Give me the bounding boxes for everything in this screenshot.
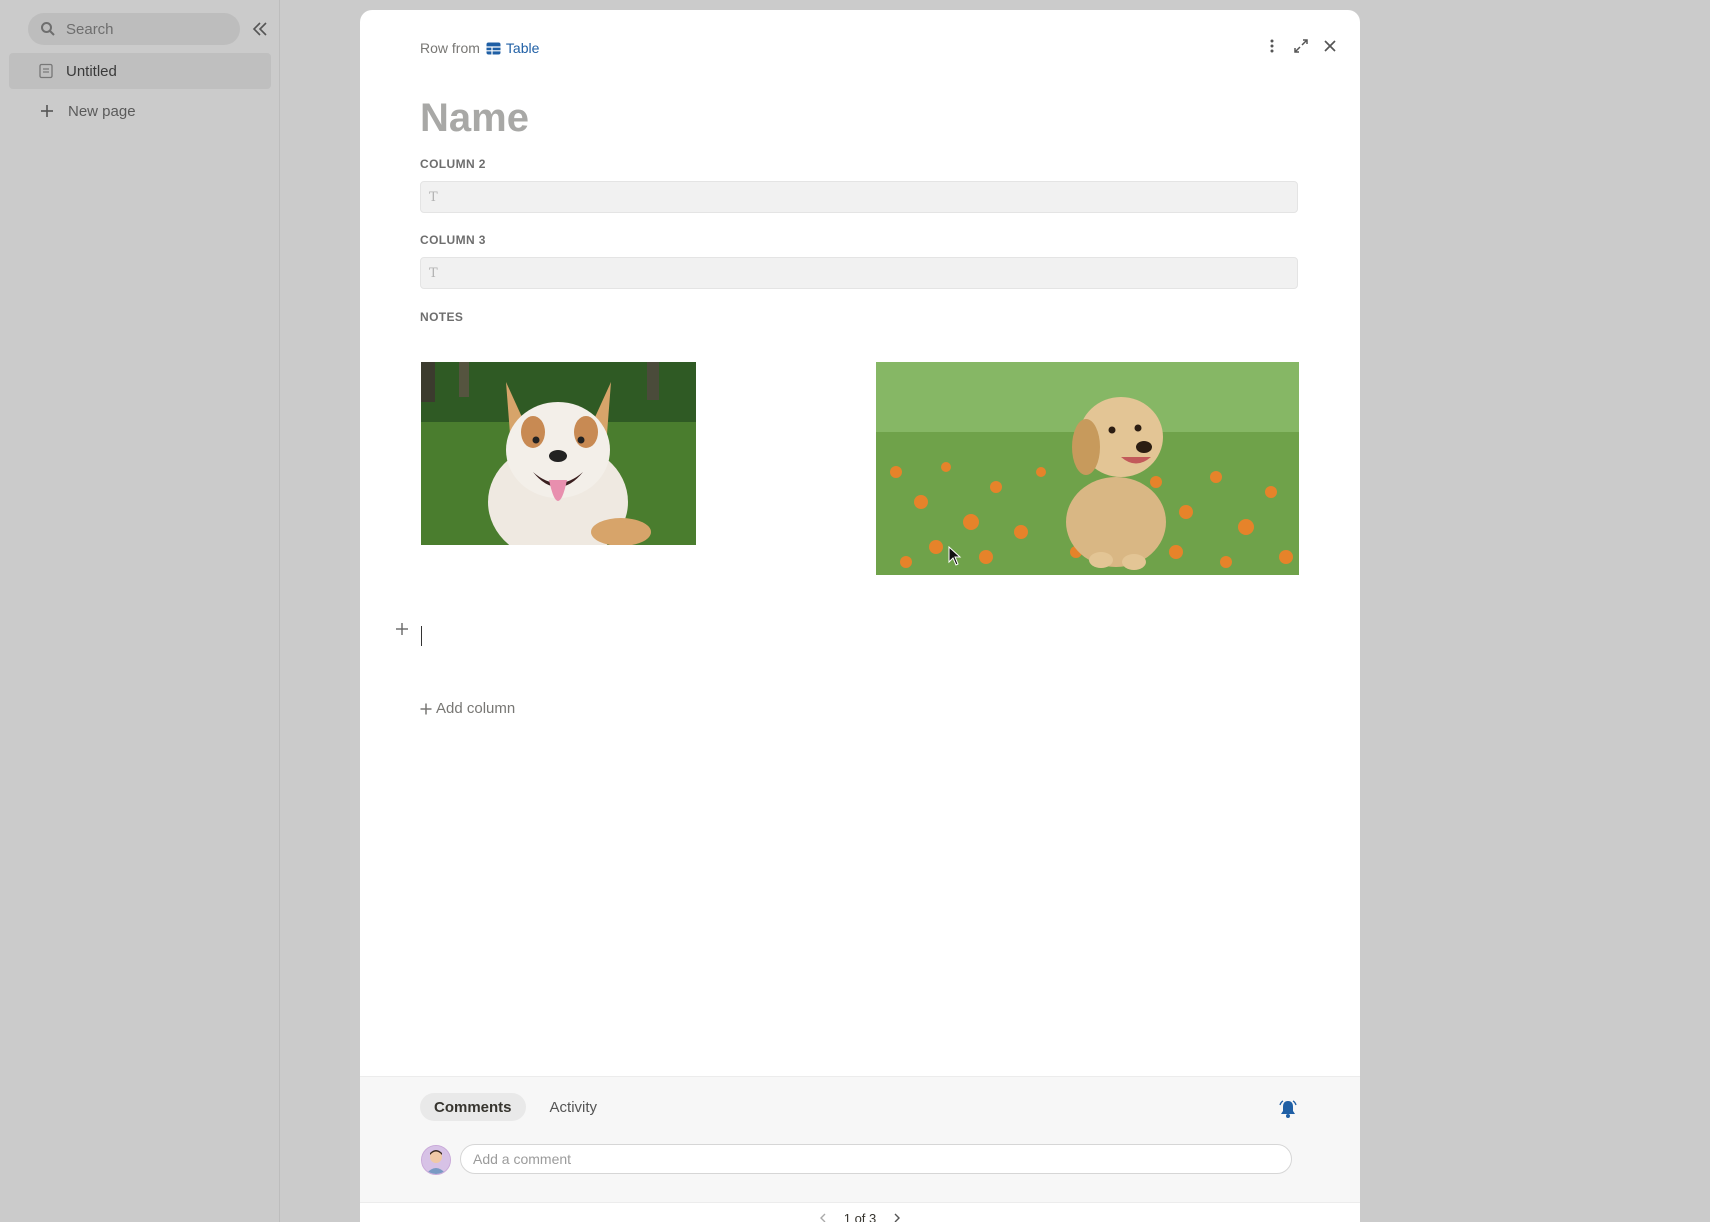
row-pager: 1 of 3: [360, 1202, 1360, 1222]
notification-bell-icon[interactable]: [1278, 1099, 1298, 1119]
sidebar-item-untitled[interactable]: Untitled: [9, 53, 271, 89]
chevron-right-icon[interactable]: [892, 1213, 902, 1222]
field-label-column-3: COLUMN 3: [420, 233, 486, 247]
row-modal: Row from Table Name COLUMN 2 T COLUMN 3 …: [360, 10, 1360, 1222]
column-2-input[interactable]: T: [420, 181, 1298, 213]
expand-icon[interactable]: [1293, 38, 1309, 54]
search-bar[interactable]: Search: [28, 13, 240, 45]
breadcrumb-table-link[interactable]: Table: [486, 40, 539, 56]
notes-image-puppy[interactable]: [876, 362, 1299, 575]
notes-image-dog[interactable]: [421, 362, 696, 545]
avatar: [421, 1145, 451, 1175]
field-label-notes: NOTES: [420, 310, 464, 324]
new-page-button[interactable]: New page: [9, 93, 271, 129]
page-icon: [39, 63, 53, 79]
add-column-button[interactable]: Add column: [420, 700, 515, 717]
comment-input[interactable]: Add a comment: [460, 1144, 1292, 1174]
add-block-plus-icon[interactable]: [395, 622, 409, 636]
text-caret: [421, 626, 422, 646]
breadcrumb: Row from Table: [420, 40, 539, 56]
tab-comments[interactable]: Comments: [420, 1093, 526, 1121]
sidebar-item-label: Untitled: [66, 62, 117, 80]
chevron-left-icon[interactable]: [818, 1213, 828, 1222]
close-icon[interactable]: [1322, 38, 1338, 54]
plus-icon: [420, 703, 432, 714]
more-options-icon[interactable]: [1264, 38, 1280, 54]
panel-tabs: Comments Activity: [420, 1093, 611, 1121]
search-placeholder: Search: [66, 20, 114, 38]
plus-icon: [41, 105, 53, 117]
sidebar: Search Untitled New page: [0, 0, 280, 1222]
breadcrumb-prefix: Row from: [420, 40, 480, 56]
table-icon: [486, 42, 501, 54]
row-title-input[interactable]: Name: [420, 96, 529, 141]
field-label-column-2: COLUMN 2: [420, 157, 486, 171]
search-icon: [41, 22, 55, 36]
add-column-label: Add column: [436, 700, 516, 717]
text-type-icon: T: [429, 266, 438, 281]
comment-placeholder: Add a comment: [473, 1151, 572, 1167]
comments-panel: Comments Activity Add a comment: [360, 1076, 1360, 1222]
column-3-input[interactable]: T: [420, 257, 1298, 289]
modal-actions: [1264, 38, 1338, 54]
text-type-icon: T: [429, 190, 438, 205]
breadcrumb-table-label: Table: [505, 40, 540, 56]
tab-activity[interactable]: Activity: [536, 1093, 612, 1121]
pager-text: 1 of 3: [843, 1210, 877, 1222]
mouse-cursor-icon: [948, 546, 962, 566]
collapse-sidebar-icon[interactable]: [250, 19, 270, 39]
new-page-label: New page: [68, 102, 136, 120]
